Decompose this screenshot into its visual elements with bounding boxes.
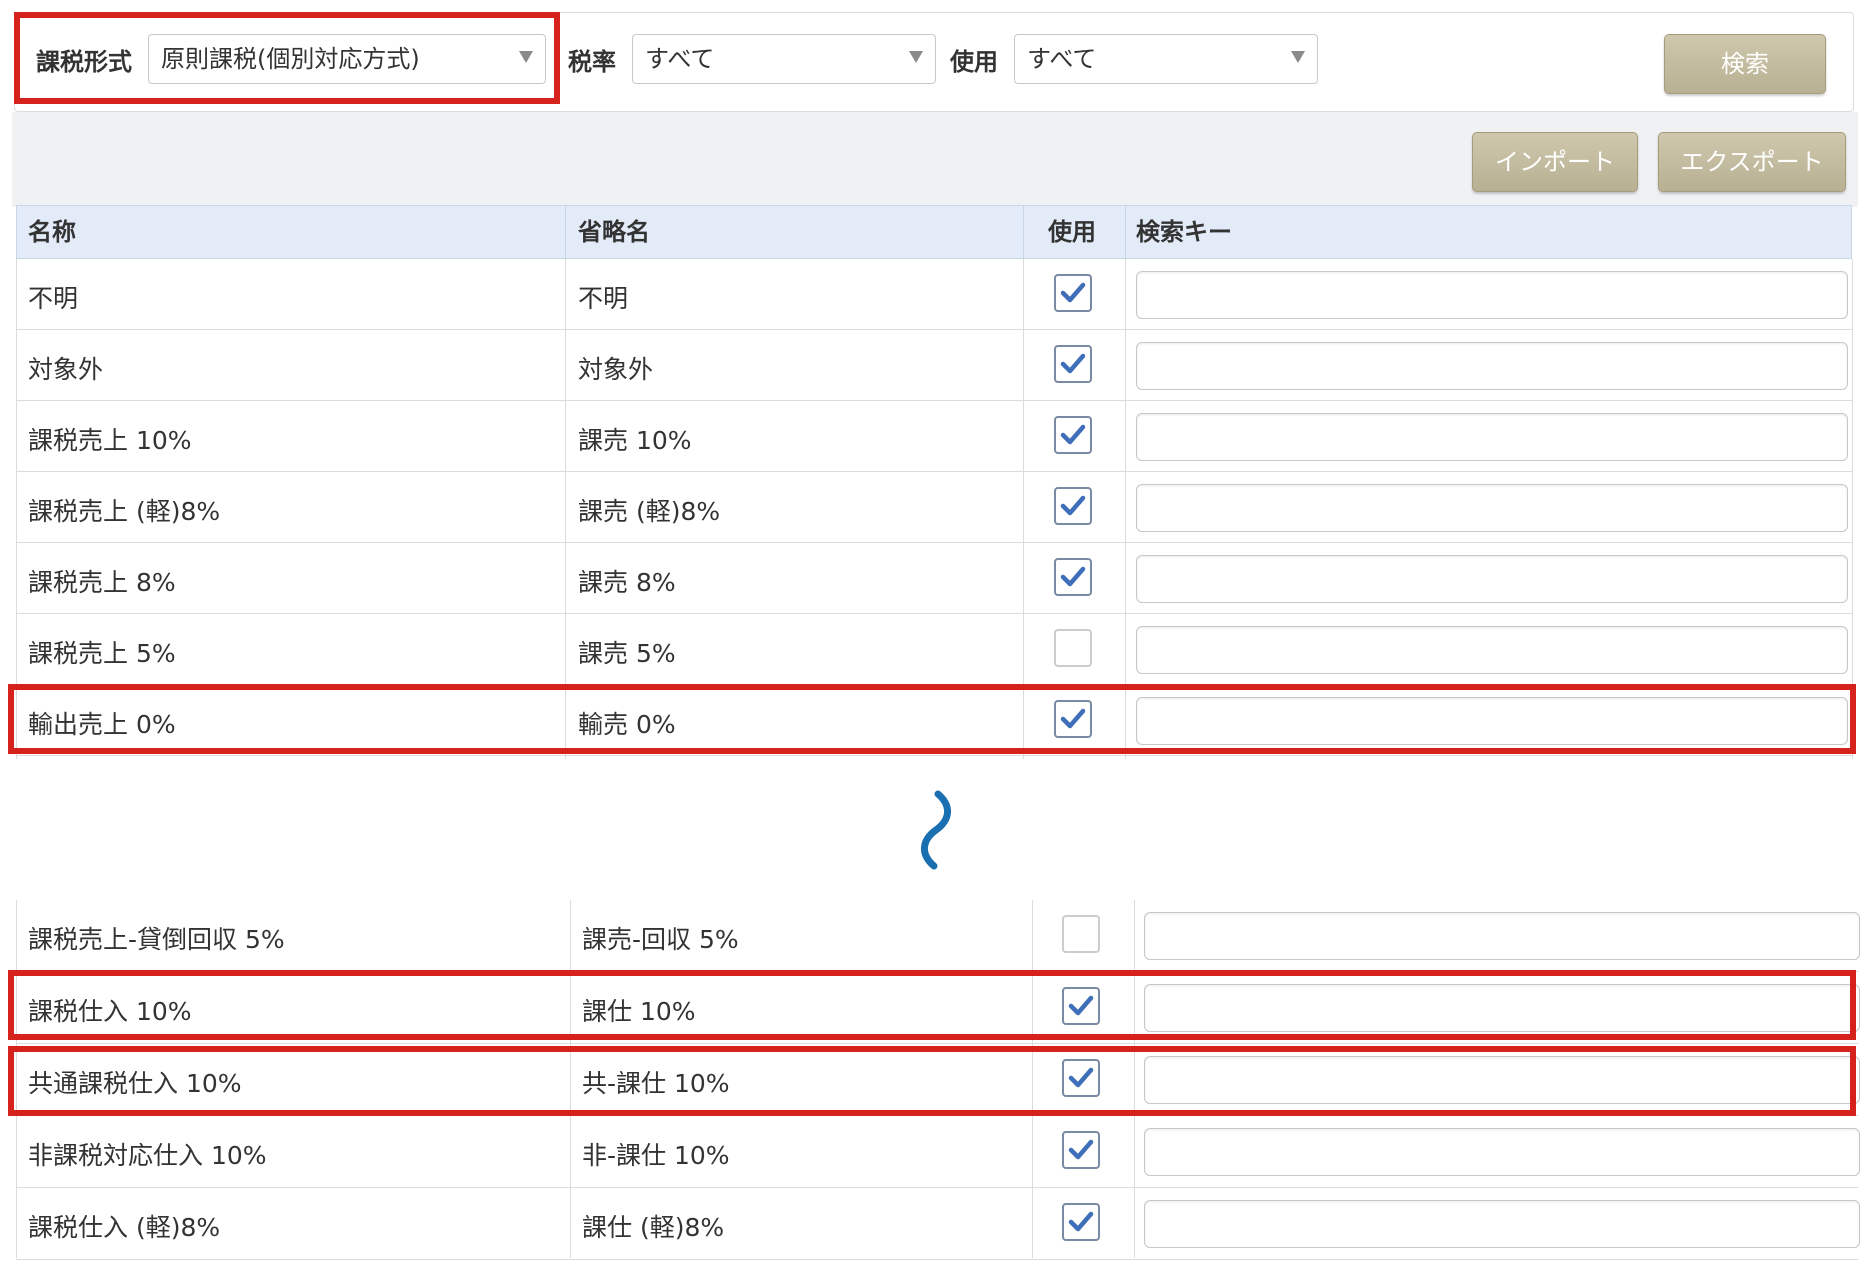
row-name: 非課税対応仕入 10% (28, 1141, 267, 1170)
chevron-down-icon (1291, 51, 1305, 63)
tax-rate-label: 税率 (568, 48, 616, 76)
search-key-input[interactable] (1136, 625, 1848, 674)
search-key-input[interactable] (1136, 554, 1848, 603)
row-abbr: 対象外 (578, 354, 654, 384)
row-abbr: 課売 5% (578, 638, 676, 668)
use-checkbox[interactable] (1054, 344, 1092, 383)
highlight-purchase-row (8, 970, 1856, 1040)
usage-label: 使用 (950, 48, 998, 76)
row-name: 課税売上 8% (28, 567, 176, 597)
row-name: 課税売上 10% (28, 425, 192, 455)
check-icon (1060, 424, 1086, 444)
table-row: 課税売上 10% 課売 10% (16, 401, 1852, 472)
use-checkbox[interactable] (1054, 415, 1092, 454)
header-abbr: 省略名 (578, 218, 650, 246)
check-icon (1060, 353, 1086, 373)
tax-rate-select[interactable]: すべて (632, 34, 936, 84)
usage-select[interactable]: すべて (1014, 34, 1318, 84)
row-abbr: 課売 8% (578, 567, 676, 597)
check-icon (1068, 1139, 1094, 1160)
row-abbr: 課仕 (軽)8% (582, 1213, 725, 1242)
header-search-key: 検索キー (1136, 218, 1232, 246)
search-key-input[interactable] (1136, 412, 1848, 461)
header-name: 名称 (28, 218, 76, 246)
highlight-common-row (8, 1046, 1856, 1116)
search-key-input[interactable] (1136, 483, 1848, 532)
row-abbr: 非-課仕 10% (582, 1141, 730, 1170)
use-checkbox[interactable] (1054, 486, 1092, 525)
search-key-input[interactable] (1144, 1128, 1860, 1176)
table-row: 対象外 対象外 (16, 330, 1852, 401)
search-key-input[interactable] (1136, 341, 1848, 390)
use-checkbox[interactable] (1054, 628, 1092, 667)
usage-value: すべて (1027, 45, 1097, 73)
row-abbr: 課売-回収 5% (582, 925, 739, 954)
highlight-tax-form (14, 12, 560, 104)
header-use: 使用 (1048, 218, 1096, 246)
use-checkbox[interactable] (1054, 557, 1092, 596)
check-icon (1060, 495, 1086, 515)
use-checkbox[interactable] (1062, 1131, 1100, 1169)
export-button[interactable]: エクスポート (1658, 132, 1846, 192)
row-abbr: 課売 (軽)8% (578, 496, 721, 526)
search-key-input[interactable] (1136, 270, 1848, 319)
header-divider (1125, 205, 1126, 259)
row-name: 課税売上-貸倒回収 5% (28, 925, 285, 954)
table-row: 不明 不明 (16, 259, 1852, 330)
use-checkbox[interactable] (1062, 1203, 1100, 1241)
row-name: 課税売上 5% (28, 638, 176, 668)
check-icon (1068, 1211, 1094, 1232)
row-abbr: 不明 (578, 283, 629, 313)
header-divider (565, 205, 566, 259)
chevron-down-icon (909, 51, 923, 63)
table-header (16, 205, 1852, 259)
wave-break-icon (921, 790, 951, 870)
row-name: 課税仕入 (軽)8% (28, 1213, 221, 1242)
search-key-input[interactable] (1144, 912, 1860, 960)
table-row: 非課税対応仕入 10% 非-課仕 10% (16, 1116, 1860, 1188)
check-icon (1060, 282, 1086, 302)
table-row: 課税売上-貸倒回収 5% 課売-回収 5% (16, 900, 1860, 972)
header-divider (1023, 205, 1024, 259)
table-row: 課税仕入 (軽)8% 課仕 (軽)8% (16, 1188, 1860, 1260)
table-row: 課税売上 8% 課売 8% (16, 543, 1852, 614)
row-abbr: 課売 10% (578, 425, 692, 455)
tax-rate-value: すべて (645, 45, 715, 73)
row-name: 不明 (28, 283, 79, 313)
row-name: 対象外 (28, 354, 104, 384)
search-button[interactable]: 検索 (1664, 34, 1826, 94)
import-button[interactable]: インポート (1472, 132, 1638, 192)
check-icon (1060, 566, 1086, 586)
use-checkbox[interactable] (1054, 273, 1092, 312)
highlight-export-row (8, 684, 1856, 754)
table-row: 課税売上 (軽)8% 課売 (軽)8% (16, 472, 1852, 543)
row-name: 課税売上 (軽)8% (28, 496, 221, 526)
table-row: 課税売上 5% 課売 5% (16, 614, 1852, 685)
use-checkbox[interactable] (1062, 915, 1100, 953)
row-divider (16, 1259, 1858, 1260)
search-key-input[interactable] (1144, 1200, 1860, 1248)
row-divider (16, 755, 1852, 756)
